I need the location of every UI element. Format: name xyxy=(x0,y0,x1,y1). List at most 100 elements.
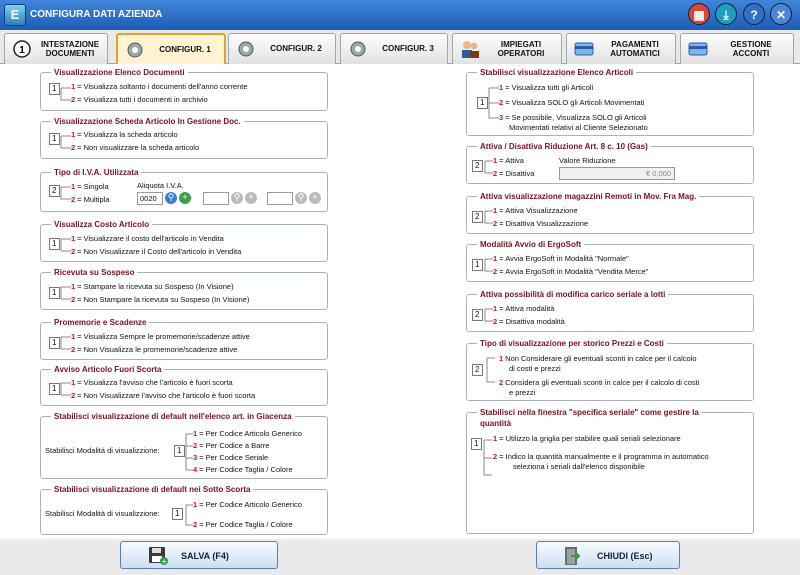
fuori-scorta-option-1: = Visualizza l'avviso che l'articolo è f… xyxy=(77,378,233,387)
specifica-seriale-select[interactable]: 1 xyxy=(471,438,482,450)
fuori-scorta-option-2: = Non Visualizzare l'avviso che l'artico… xyxy=(77,391,256,400)
storico-prezzi-option-1-cont: di costi e prezzi xyxy=(509,364,561,373)
add-icon[interactable]: + xyxy=(245,192,257,204)
tab-configur-2[interactable]: CONFIGUR. 2 xyxy=(228,33,336,64)
calculator-icon[interactable]: ▦ xyxy=(688,3,710,25)
magazzini-remoti-option-2: = Disattiva Visualizzazione xyxy=(499,219,589,228)
tab-impiegati-operatori[interactable]: IMPIEGATI OPERATORI xyxy=(452,33,562,64)
carico-seriale-select[interactable]: 2 xyxy=(472,309,483,321)
magazzini-remoti-select[interactable]: 2 xyxy=(472,211,483,223)
carico-seriale-option-2: = Disattiva modalità xyxy=(499,317,565,326)
tipo-iva-option-1: = Singola xyxy=(77,182,109,191)
card-icon xyxy=(574,42,594,56)
giacenza-select[interactable]: 1 xyxy=(174,445,185,457)
svg-text:+: + xyxy=(162,559,166,566)
giacenza-option-4: = Per Codice Taglia / Colore xyxy=(199,465,293,474)
promemorie-option-1: = Visualizza Sempre le promemorie/scaden… xyxy=(77,332,250,341)
tipo-iva-select[interactable]: 2 xyxy=(49,185,60,197)
elenco-documenti-select[interactable]: 1 xyxy=(49,83,60,95)
gear-icon xyxy=(238,41,254,57)
config-panel: Visualizzazione Elenco Documenti 1 1 = Vi… xyxy=(0,64,800,539)
specifica-seriale-option-1: = Utilizzo la griglia per stabilire qual… xyxy=(499,434,681,443)
promemorie-group: Promemorie e Scadenze 1 1 = Visualizza Se… xyxy=(40,318,328,360)
tab-intestazione-documenti[interactable]: 1 INTESTAZIONE DOCUMENTI xyxy=(4,33,108,64)
sotto-scorta-select[interactable]: 1 xyxy=(172,508,183,520)
magazzini-remoti-option-1: = Attiva Visualizzazione xyxy=(499,206,578,215)
fuori-scorta-select[interactable]: 1 xyxy=(49,383,60,395)
app-logo-icon: E xyxy=(4,4,26,26)
costo-articolo-group: Visualizza Costo Articolo 1 1 = Visualizz… xyxy=(40,220,328,262)
scheda-articolo-group: Visualizzazione Scheda Articolo In Gesti… xyxy=(40,117,328,159)
ricevuta-sospeso-option-2: = Non Stampare la ricevuta su Sospeso (I… xyxy=(77,295,250,304)
tipo-iva-group: Tipo di I.V.A. Utilizzata 2 1 = Singola 2… xyxy=(40,168,328,212)
gear-icon xyxy=(350,41,366,57)
aliquota-iva-input[interactable]: 0020 xyxy=(137,192,163,205)
download-icon[interactable]: ⤓ xyxy=(715,3,737,25)
giacenza-option-1: = Per Codice Articolo Generico xyxy=(199,429,302,438)
riduzione-gas-group: Attiva / Disattiva Riduzione Art. 8 c. 1… xyxy=(466,142,754,184)
giacenza-group: Stabilisci visualizzazione di default ne… xyxy=(40,412,328,479)
costo-articolo-select[interactable]: 1 xyxy=(49,238,60,250)
elenco-documenti-option-2: = Visualizza tutti i documenti in archiv… xyxy=(77,95,208,104)
tab-gestione-acconti[interactable]: GESTIONE ACCONTI xyxy=(680,33,794,64)
people-icon xyxy=(462,41,479,58)
elenco-articoli-option-3: = Se possibile, Visualizza SOLO gli Arti… xyxy=(505,113,647,122)
riduzione-gas-select[interactable]: 2 xyxy=(472,160,483,172)
storico-prezzi-group: Tipo di visualizzazione per storico Prez… xyxy=(466,339,754,401)
scheda-articolo-option-2: = Non visualizzare la scheda articolo xyxy=(77,143,200,152)
costo-articolo-option-2: = Non Visualizzare il Costo dell'articol… xyxy=(77,247,242,256)
close-icon[interactable]: ✕ xyxy=(770,3,792,25)
help-icon[interactable]: ? xyxy=(743,3,765,25)
elenco-documenti-group: Visualizzazione Elenco Documenti 1 1 = Vi… xyxy=(40,68,328,111)
gear-icon xyxy=(127,42,143,58)
title-bar: E CONFIGURA DATI AZIENDA ▦ ⤓ ? ✕ xyxy=(0,0,800,30)
tab-configur-1[interactable]: CONFIGUR. 1 xyxy=(116,33,226,65)
elenco-articoli-select[interactable]: 1 xyxy=(477,97,488,109)
avvio-ergosoft-group: Modalità Avvio di ErgoSoft 1 1 = Avvia Er… xyxy=(466,240,754,282)
number-one-icon: 1 xyxy=(13,40,31,58)
magazzini-remoti-group: Attiva visualizzazione magazzini Remoti … xyxy=(466,192,754,234)
floppy-disk-icon: + xyxy=(149,547,168,566)
elenco-articoli-option-2: = Visualizza SOLO gli Articoli Movimenta… xyxy=(505,98,645,107)
scheda-articolo-select[interactable]: 1 xyxy=(49,133,60,145)
tab-bar: 1 INTESTAZIONE DOCUMENTI CONFIGUR. 1 CON… xyxy=(0,30,800,65)
specifica-seriale-group: Stabilisci nella finestra "specifica ser… xyxy=(466,407,754,534)
tab-configur-3[interactable]: CONFIGUR. 3 xyxy=(340,33,448,64)
card-icon xyxy=(688,42,708,56)
promemorie-select[interactable]: 1 xyxy=(49,337,60,349)
specifica-seriale-option-2-cont: seleziona i seriali dall'elenco disponib… xyxy=(513,462,645,471)
sotto-scorta-option-1: = Per Codice Articolo Generico xyxy=(199,500,302,509)
window-title: CONFIGURA DATI AZIENDA xyxy=(30,9,163,20)
ricevuta-sospeso-option-1: = Stampare la ricevuta su Sospeso (In Vi… xyxy=(77,282,234,291)
storico-prezzi-option-2: Considera gli eventuali sconti in calce … xyxy=(505,378,700,387)
storico-prezzi-select[interactable]: 2 xyxy=(472,364,483,376)
tab-pagamenti-automatici[interactable]: PAGAMENTI AUTOMATICI xyxy=(566,33,676,64)
add-icon[interactable]: + xyxy=(179,192,191,204)
close-button[interactable]: CHIUDI (Esc) xyxy=(536,541,680,569)
storico-prezzi-option-2-cont: e prezzi xyxy=(509,388,536,397)
svg-text:1: 1 xyxy=(19,45,25,56)
carico-seriale-group: Attiva possibilità di modifica carico se… xyxy=(466,290,754,332)
valore-riduzione-input[interactable]: € 0,000 xyxy=(559,167,675,180)
button-bar: + SALVA (F4) CHIUDI (Esc) xyxy=(0,539,800,575)
search-icon[interactable]: ⚲ xyxy=(295,192,307,204)
giacenza-option-2: = Per Codice a Barre xyxy=(199,441,270,450)
avvio-ergosoft-option-1: = Avvia ErgoSoft in Modalità "Normale" xyxy=(499,254,629,263)
elenco-articoli-group: Stabilisci visualizzazione Elenco Artico… xyxy=(466,68,754,136)
costo-articolo-option-1: = Visualizzare il costo dell'articolo in… xyxy=(77,234,224,243)
aliquota-iva-input-3[interactable] xyxy=(267,192,293,205)
avvio-ergosoft-select[interactable]: 1 xyxy=(472,259,483,271)
search-icon[interactable]: ⚲ xyxy=(165,192,177,204)
storico-prezzi-option-1: Non Considerare gli eventuali sconti in … xyxy=(505,354,697,363)
sotto-scorta-option-2: = Per Codice Taglia / Colore xyxy=(199,520,293,529)
fuori-scorta-group: Avviso Articolo Fuori Scorta 1 1 = Visual… xyxy=(40,365,328,406)
avvio-ergosoft-option-2: = Avvia ErgoSoft in Modalità "Vendita Me… xyxy=(499,267,649,276)
ricevuta-sospeso-select[interactable]: 1 xyxy=(49,287,60,299)
elenco-documenti-option-1: = Visualizza soltanto i documenti dell'a… xyxy=(77,82,248,91)
aliquota-iva-input-2[interactable] xyxy=(203,192,229,205)
scheda-articolo-option-1: = Visualizza la scheda articolo xyxy=(77,130,178,139)
save-button[interactable]: + SALVA (F4) xyxy=(120,541,278,569)
add-icon[interactable]: + xyxy=(309,192,321,204)
specifica-seriale-option-2: = Indico la quantità manualmente e il pr… xyxy=(499,452,709,461)
search-icon[interactable]: ⚲ xyxy=(231,192,243,204)
